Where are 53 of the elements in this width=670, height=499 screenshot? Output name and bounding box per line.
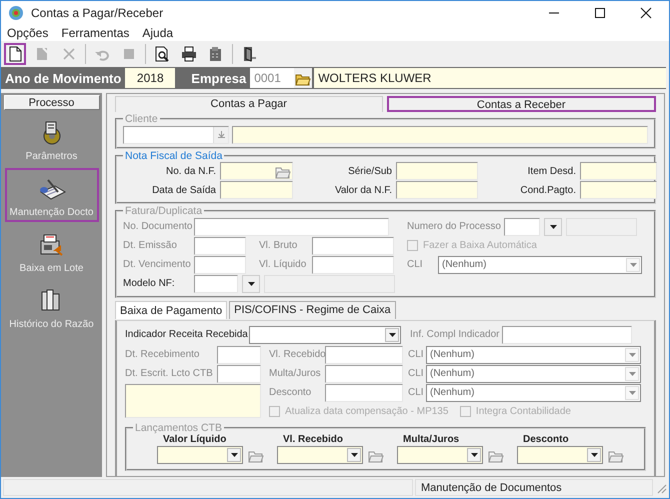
field-label: Desconto <box>269 387 312 398</box>
section-header: Processo <box>4 95 100 110</box>
field-label: Modelo NF: <box>123 278 176 289</box>
tab[interactable]: Contas a Pagar <box>115 96 382 112</box>
field-label: Dt. Vencimento <box>123 259 192 270</box>
field-label: Ano de Movimento <box>5 70 122 86</box>
field-label: Dt. Emissão <box>123 240 178 251</box>
dropdown-field[interactable]: (Nenhum) <box>426 346 641 364</box>
field-label: Data de Saída <box>151 184 216 196</box>
field-label: Multa/Juros <box>269 368 322 379</box>
field-label: No. Documento <box>123 221 194 232</box>
field-label: Vl. Bruto <box>259 240 298 251</box>
field-label: CLI <box>408 368 425 379</box>
field-label: Desconto <box>522 434 570 445</box>
dropdown-field[interactable]: (Nenhum) <box>426 364 641 382</box>
field-label: Multa/Juros <box>402 434 460 445</box>
field-label: Dt. Escrit. Lcto CTB <box>125 368 214 379</box>
field-label: No. da N.F. <box>164 166 216 176</box>
year-field[interactable]: 2018 <box>125 68 176 88</box>
field-label: Série/Sub <box>347 166 392 176</box>
group-label: Fatura/Duplicata <box>124 205 204 217</box>
field-label: Vl. Recebido <box>269 349 325 360</box>
company-name-field[interactable]: WOLTERS KLUWER <box>314 68 666 88</box>
company-code-field[interactable]: 0001 <box>250 68 294 88</box>
field-label: Indicador Receita Recebida <box>125 329 249 340</box>
checkbox-label: Atualiza data compensação - MP135 <box>285 406 448 417</box>
field-label: Item Desd. <box>526 166 576 176</box>
field-label: Valor da N.F. <box>334 184 392 196</box>
checkbox-label: Fazer a Baixa Automática <box>423 240 537 251</box>
field-label: Vl. Recebido <box>282 434 344 445</box>
field-label: CLI <box>407 259 424 270</box>
group-label: Cliente <box>124 113 159 125</box>
checkbox-label: Integra Contabilidade <box>476 406 571 417</box>
group-label: Nota Fiscal de Saída <box>124 150 224 162</box>
field-label: Inf. Compl Indicador <box>410 329 500 340</box>
field-label: Numero do Processo <box>407 221 502 232</box>
field-label: Dt. Recebimento <box>125 349 200 360</box>
field-label: CLI <box>408 349 425 360</box>
field-label: CLI <box>408 387 425 398</box>
dropdown-field[interactable]: (Nenhum) <box>426 384 641 402</box>
menu-item[interactable]: Opções <box>7 26 48 40</box>
field-label: Cond.Pagto. <box>519 184 576 196</box>
window-title: Contas a Pagar/Receber <box>31 6 164 20</box>
status-text: Manutenção de Documentos <box>415 479 653 496</box>
field-label: Vl. Líquido <box>259 259 308 270</box>
tab[interactable]: Contas a Receber <box>386 96 656 112</box>
tab[interactable]: Baixa de Pagamento <box>115 301 228 319</box>
menu-item[interactable]: Ferramentas <box>61 26 130 40</box>
menu-item[interactable]: Ajuda <box>142 26 174 40</box>
tab[interactable]: PIS/COFINS - Regime de Caixa <box>229 301 396 319</box>
field-label: Empresa <box>191 70 246 86</box>
field-label: Valor Líquido <box>162 434 228 445</box>
group-label: Lançamentos CTB <box>134 422 223 434</box>
